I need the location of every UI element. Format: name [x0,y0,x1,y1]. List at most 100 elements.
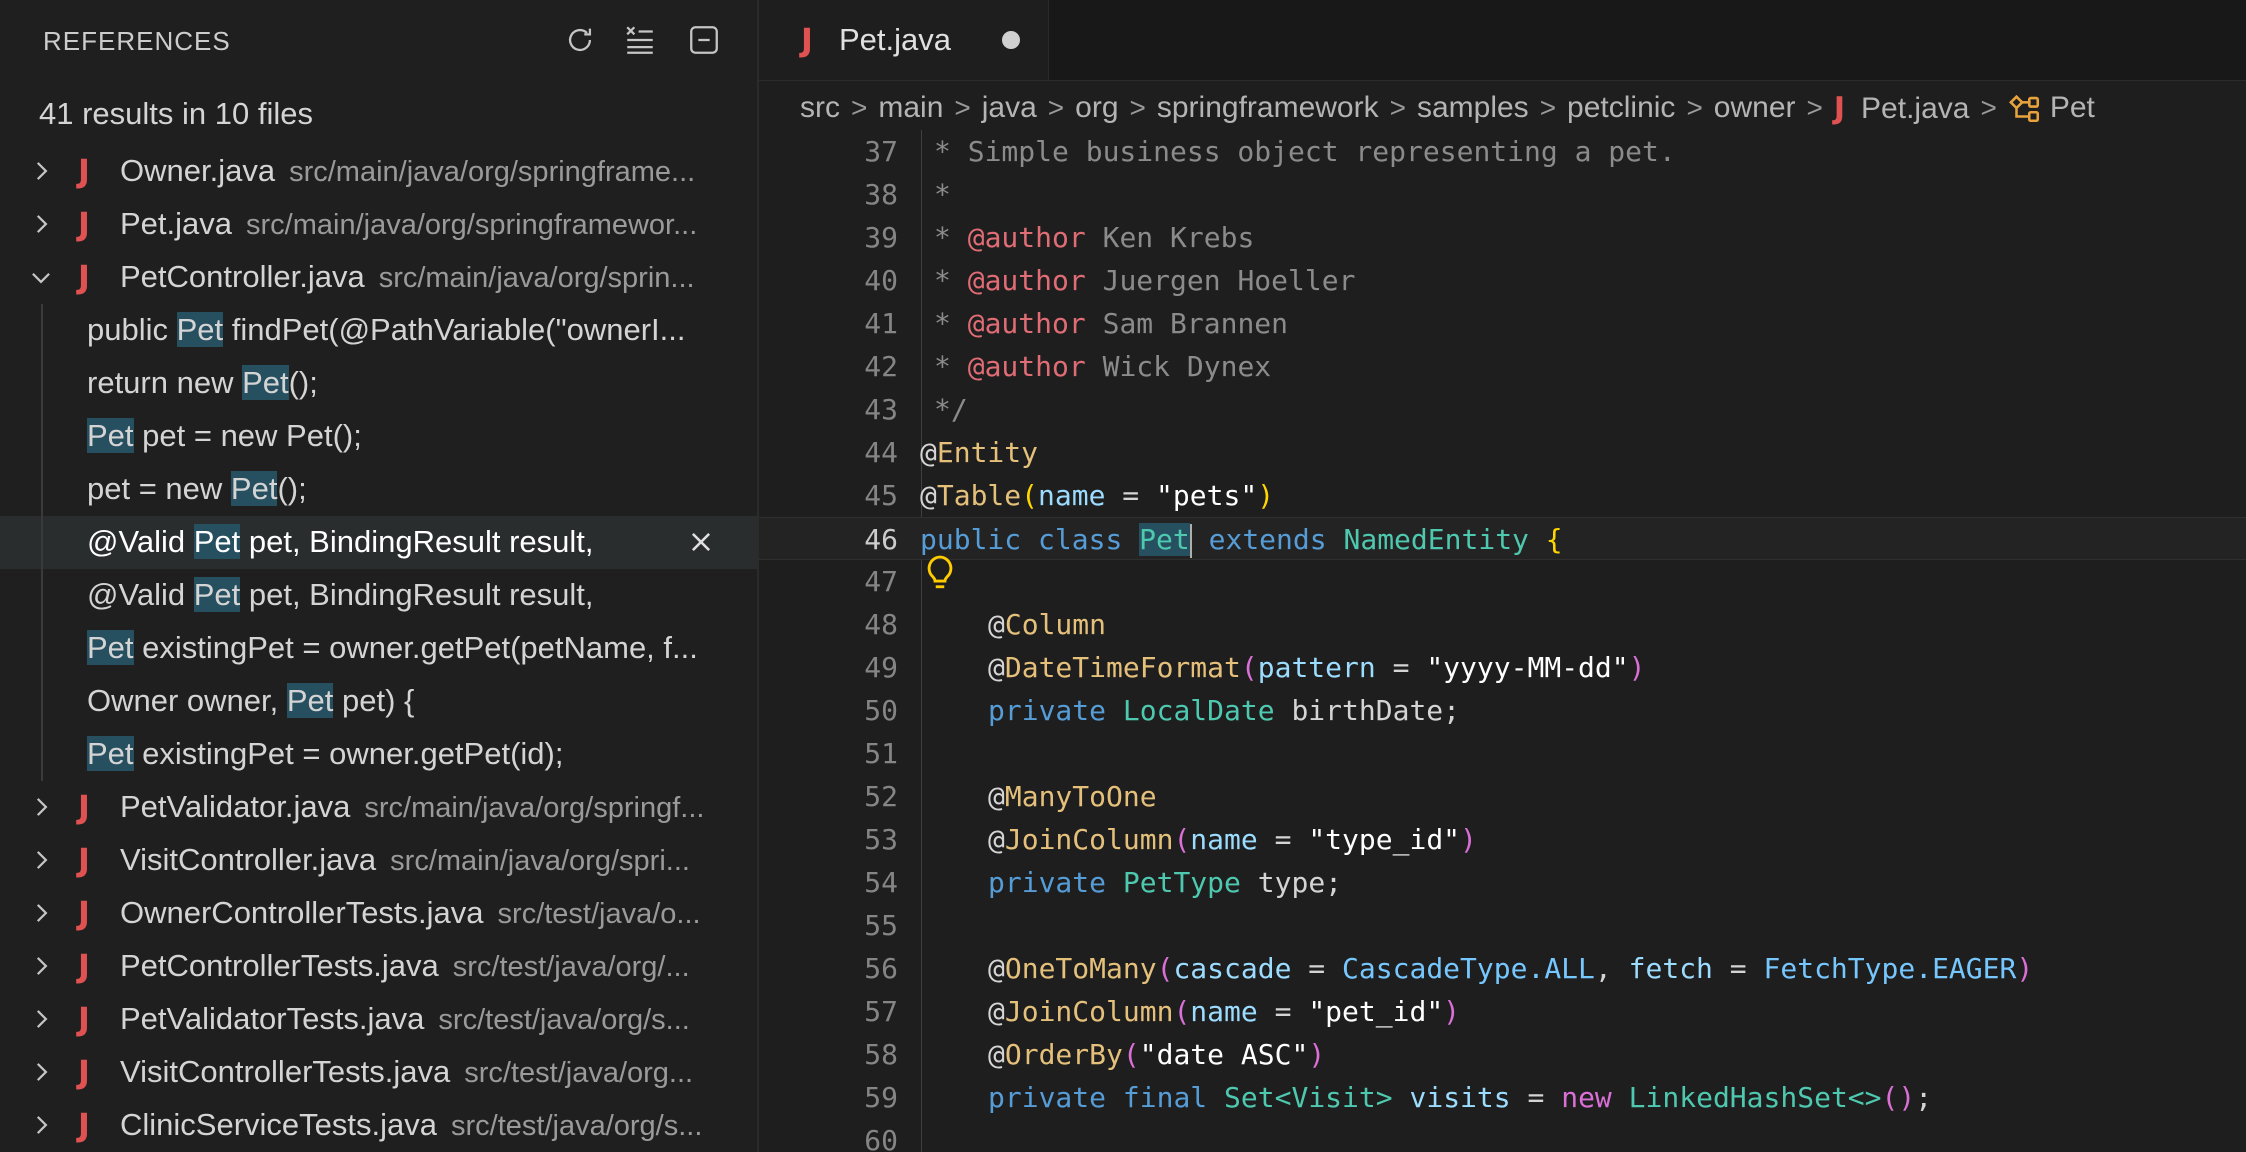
file-name: OwnerControllerTests.java [120,895,484,930]
tree-indent-guide [41,622,43,675]
clear-results-icon[interactable] [620,20,660,60]
breadcrumb-item[interactable]: owner [1714,91,1796,125]
file-row-visitcontrollertests[interactable]: J VisitControllerTests.java src/test/java… [0,1046,757,1099]
match-text: pet) { [333,683,415,718]
code-line[interactable]: 60 [759,1119,2246,1152]
tree-indent-guide [41,463,43,516]
chevron-down-icon[interactable] [26,262,56,292]
file-row-petvalidator[interactable]: J PetValidator.java src/main/java/org/spr… [0,781,757,834]
match-text: pet = new [87,471,231,506]
reference-match[interactable]: Pet existingPet = owner.getPet(petName, … [0,622,757,675]
file-name: PetValidatorTests.java [120,1001,425,1036]
code-line[interactable]: 41 * @author Sam Brannen [759,302,2246,345]
tab-pet-java[interactable]: J Pet.java [759,0,1049,80]
code-line[interactable]: 39 * @author Ken Krebs [759,216,2246,259]
code-text: */ [934,393,968,426]
reference-match[interactable]: return new Pet(); [0,357,757,410]
file-path: src/test/java/org/s... [438,1004,690,1036]
chevron-right-icon: > [851,92,868,123]
code-editor[interactable]: 37 * Simple business object representing … [759,130,2246,1152]
file-row-clinicservicetests[interactable]: J ClinicServiceTests.java src/test/java/o… [0,1099,757,1152]
code-line[interactable]: 50 private LocalDate birthDate; [759,689,2246,732]
reference-match[interactable]: pet = new Pet(); [0,463,757,516]
lightbulb-icon[interactable] [923,554,957,594]
code-line[interactable]: 51 [759,732,2246,775]
code-text: * @author Wick Dynex [934,350,1272,383]
tree-indent-guide [41,728,43,781]
file-name: PetControllerTests.java [120,948,439,983]
code-line[interactable]: 40 * @author Juergen Hoeller [759,259,2246,302]
file-row-visitcontroller[interactable]: J VisitController.java src/main/java/org/… [0,834,757,887]
line-number: 52 [864,780,898,813]
code-text: * @author Ken Krebs [934,221,1255,254]
breadcrumb-item[interactable]: java [982,91,1037,125]
file-path: src/test/java/org/... [452,951,690,983]
code-line[interactable]: 44 @Entity [759,431,2246,474]
code-line[interactable]: 47 [759,560,2246,603]
code-line[interactable]: 53 @JoinColumn(name = "type_id") [759,818,2246,861]
code-line[interactable]: 52 @ManyToOne [759,775,2246,818]
chevron-right-icon[interactable] [26,845,56,875]
chevron-right-icon[interactable] [26,209,56,239]
code-line[interactable]: 43 */ [759,388,2246,431]
code-line[interactable]: 49 @DateTimeFormat(pattern = "yyyy-MM-dd"… [759,646,2246,689]
breadcrumb-item[interactable]: src [800,91,840,125]
refresh-icon[interactable] [560,20,600,60]
code-line[interactable]: 54 private PetType type; [759,861,2246,904]
chevron-right-icon[interactable] [26,1057,56,1087]
reference-match-selected[interactable]: @Valid Pet pet, BindingResult result, [0,516,757,569]
match-highlight: Pet [242,365,289,400]
file-row-petvalidatortests[interactable]: J PetValidatorTests.java src/test/java/or… [0,993,757,1046]
java-file-icon: J [78,947,90,985]
chevron-right-icon[interactable] [26,1004,56,1034]
chevron-right-icon[interactable] [26,792,56,822]
reference-match[interactable]: @Valid Pet pet, BindingResult result, [0,569,757,622]
breadcrumb-item[interactable]: samples [1417,91,1529,125]
code-text: @DateTimeFormat(pattern = "yyyy-MM-dd") [988,651,1646,684]
match-text: Owner owner, [87,683,287,718]
breadcrumb-file[interactable]: J Pet.java [1834,91,1970,126]
tree-indent-guide [41,569,43,622]
chevron-right-icon[interactable] [26,1110,56,1140]
reference-match[interactable]: Owner owner, Pet pet) { [0,675,757,728]
chevron-right-icon: > [1129,92,1146,123]
line-number: 58 [864,1038,898,1071]
code-line[interactable]: 45 @Table(name = "pets") [759,474,2246,517]
code-line[interactable]: 56 @OneToMany(cascade = CascadeType.ALL, … [759,947,2246,990]
line-number: 57 [864,995,898,1028]
reference-match[interactable]: Pet pet = new Pet(); [0,410,757,463]
reference-match[interactable]: public Pet findPet(@PathVariable("ownerI… [0,304,757,357]
chevron-right-icon[interactable] [26,951,56,981]
breadcrumb-file-label: Pet.java [1861,91,1970,125]
code-line[interactable]: 42 * @author Wick Dynex [759,345,2246,388]
code-line[interactable]: 59 private final Set<Visit> visits = new … [759,1076,2246,1119]
code-line[interactable]: 37 * Simple business object representing … [759,130,2246,173]
line-number: 50 [864,694,898,727]
java-file-icon: J [78,788,90,826]
code-line[interactable]: 48 @Column [759,603,2246,646]
line-number: 44 [864,436,898,469]
reference-match[interactable]: Pet existingPet = owner.getPet(id); [0,728,757,781]
file-row-petcontrollertests[interactable]: J PetControllerTests.java src/test/java/o… [0,940,757,993]
file-row-ownercontrollertests[interactable]: J OwnerControllerTests.java src/test/java… [0,887,757,940]
dismiss-result-icon[interactable] [685,526,717,558]
collapse-all-icon[interactable] [684,20,724,60]
code-line[interactable]: 58 @OrderBy("date ASC") [759,1033,2246,1076]
java-file-icon: J [78,205,90,243]
chevron-right-icon[interactable] [26,898,56,928]
breadcrumb-item[interactable]: petclinic [1567,91,1675,125]
file-row-pet[interactable]: J Pet.java src/main/java/org/springframew… [0,198,757,251]
chevron-right-icon: > [1389,92,1406,123]
code-line[interactable]: 55 [759,904,2246,947]
breadcrumb-symbol[interactable]: Pet [2008,91,2095,125]
breadcrumb-item[interactable]: org [1075,91,1118,125]
file-row-owner[interactable]: J Owner.java src/main/java/org/springfram… [0,145,757,198]
code-line[interactable]: 57 @JoinColumn(name = "pet_id") [759,990,2246,1033]
code-line[interactable]: 38 * [759,173,2246,216]
chevron-right-icon[interactable] [26,156,56,186]
code-line-current[interactable]: 46 public class Pet extends NamedEntity { [759,517,2246,560]
breadcrumb-item[interactable]: springframework [1157,91,1379,125]
breadcrumb-item[interactable]: main [878,91,943,125]
file-row-petcontroller[interactable]: J PetController.java src/main/java/org/sp… [0,251,757,304]
unsaved-dot-icon[interactable] [1002,31,1020,49]
